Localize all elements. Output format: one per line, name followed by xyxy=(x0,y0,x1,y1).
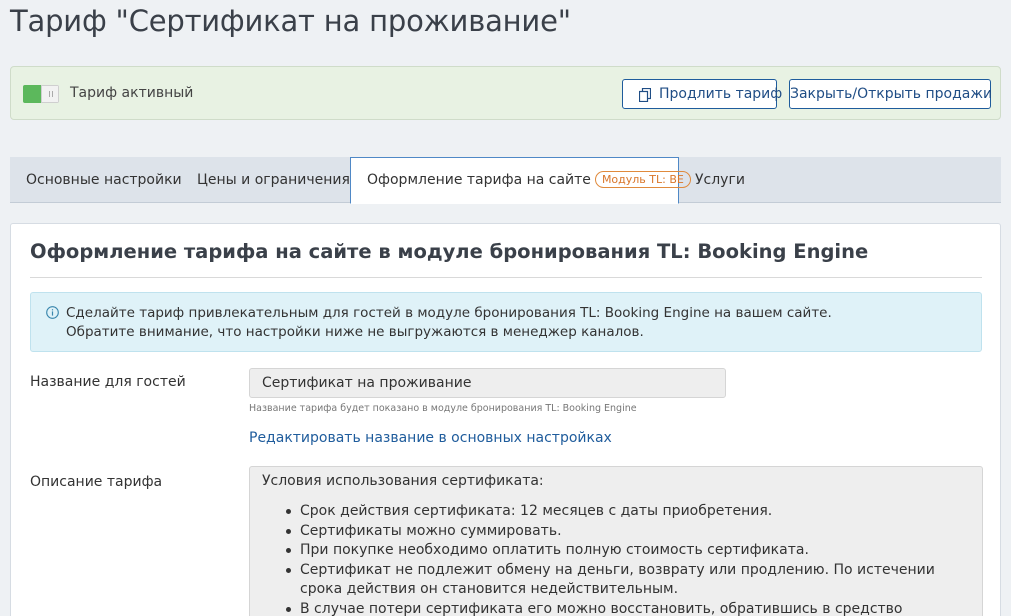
tariff-status-bar: Тариф активный Продлить тариф Закрыть/От… xyxy=(10,66,1001,120)
guest-name-input[interactable] xyxy=(249,368,726,398)
extend-tariff-button[interactable]: Продлить тариф xyxy=(622,79,782,109)
section-divider xyxy=(30,277,982,278)
description-label: Описание тарифа xyxy=(30,474,163,490)
content-panel: Оформление тарифа на сайте в модуле брон… xyxy=(10,223,1001,616)
tab-bar: Основные настройки Цены и ограничения Оф… xyxy=(10,157,1001,204)
extend-tariff-label: Продлить тариф xyxy=(659,86,783,102)
description-textarea[interactable]: Условия использования сертификата: Срок … xyxy=(249,466,983,616)
copy-icon xyxy=(639,88,651,102)
description-list: Срок действия сертификата: 12 месяцев с … xyxy=(282,502,972,616)
list-item: При покупке необходимо оплатить полную с… xyxy=(282,541,972,561)
section-title: Оформление тарифа на сайте в модуле брон… xyxy=(30,240,869,263)
tab-main-settings[interactable]: Основные настройки xyxy=(10,157,198,203)
active-toggle[interactable] xyxy=(23,85,59,103)
guest-name-hint: Название тарифа будет показано в модуле … xyxy=(249,403,637,414)
info-alert: Сделайте тариф привлекательным для госте… xyxy=(30,292,982,352)
info-text-line2: Обратите внимание, что настройки ниже не… xyxy=(66,324,644,340)
tab-site-design-label: Оформление тарифа на сайте xyxy=(367,172,591,188)
active-toggle-label: Тариф активный xyxy=(70,85,194,101)
toggle-fill xyxy=(23,85,41,103)
toggle-sales-button[interactable]: Закрыть/Открыть продажи xyxy=(789,79,992,109)
info-text-line1: Сделайте тариф привлекательным для госте… xyxy=(66,305,832,321)
guest-name-label: Название для гостей xyxy=(30,374,186,390)
tab-site-design[interactable]: Оформление тарифа на сайте Модуль TL: BE xyxy=(350,157,691,204)
info-icon xyxy=(46,306,59,319)
list-item: В случае потери сертификата его можно во… xyxy=(282,600,972,616)
description-heading: Условия использования сертификата: xyxy=(262,473,544,489)
page: Тариф "Сертификат на проживание" Тариф а… xyxy=(0,0,1011,616)
module-badge: Модуль TL: BE xyxy=(594,170,691,188)
tab-prices-restrictions[interactable]: Цены и ограничения xyxy=(181,157,366,203)
list-item: Сертификат не подлежит обмену на деньги,… xyxy=(282,561,972,600)
page-title: Тариф "Сертификат на проживание" xyxy=(10,4,571,38)
toggle-knob-icon xyxy=(41,85,59,103)
list-item: Сертификаты можно суммировать. xyxy=(282,522,972,542)
tab-services[interactable]: Услуги xyxy=(679,157,761,203)
list-item: Срок действия сертификата: 12 месяцев с … xyxy=(282,502,972,522)
edit-name-link[interactable]: Редактировать название в основных настро… xyxy=(249,430,612,446)
